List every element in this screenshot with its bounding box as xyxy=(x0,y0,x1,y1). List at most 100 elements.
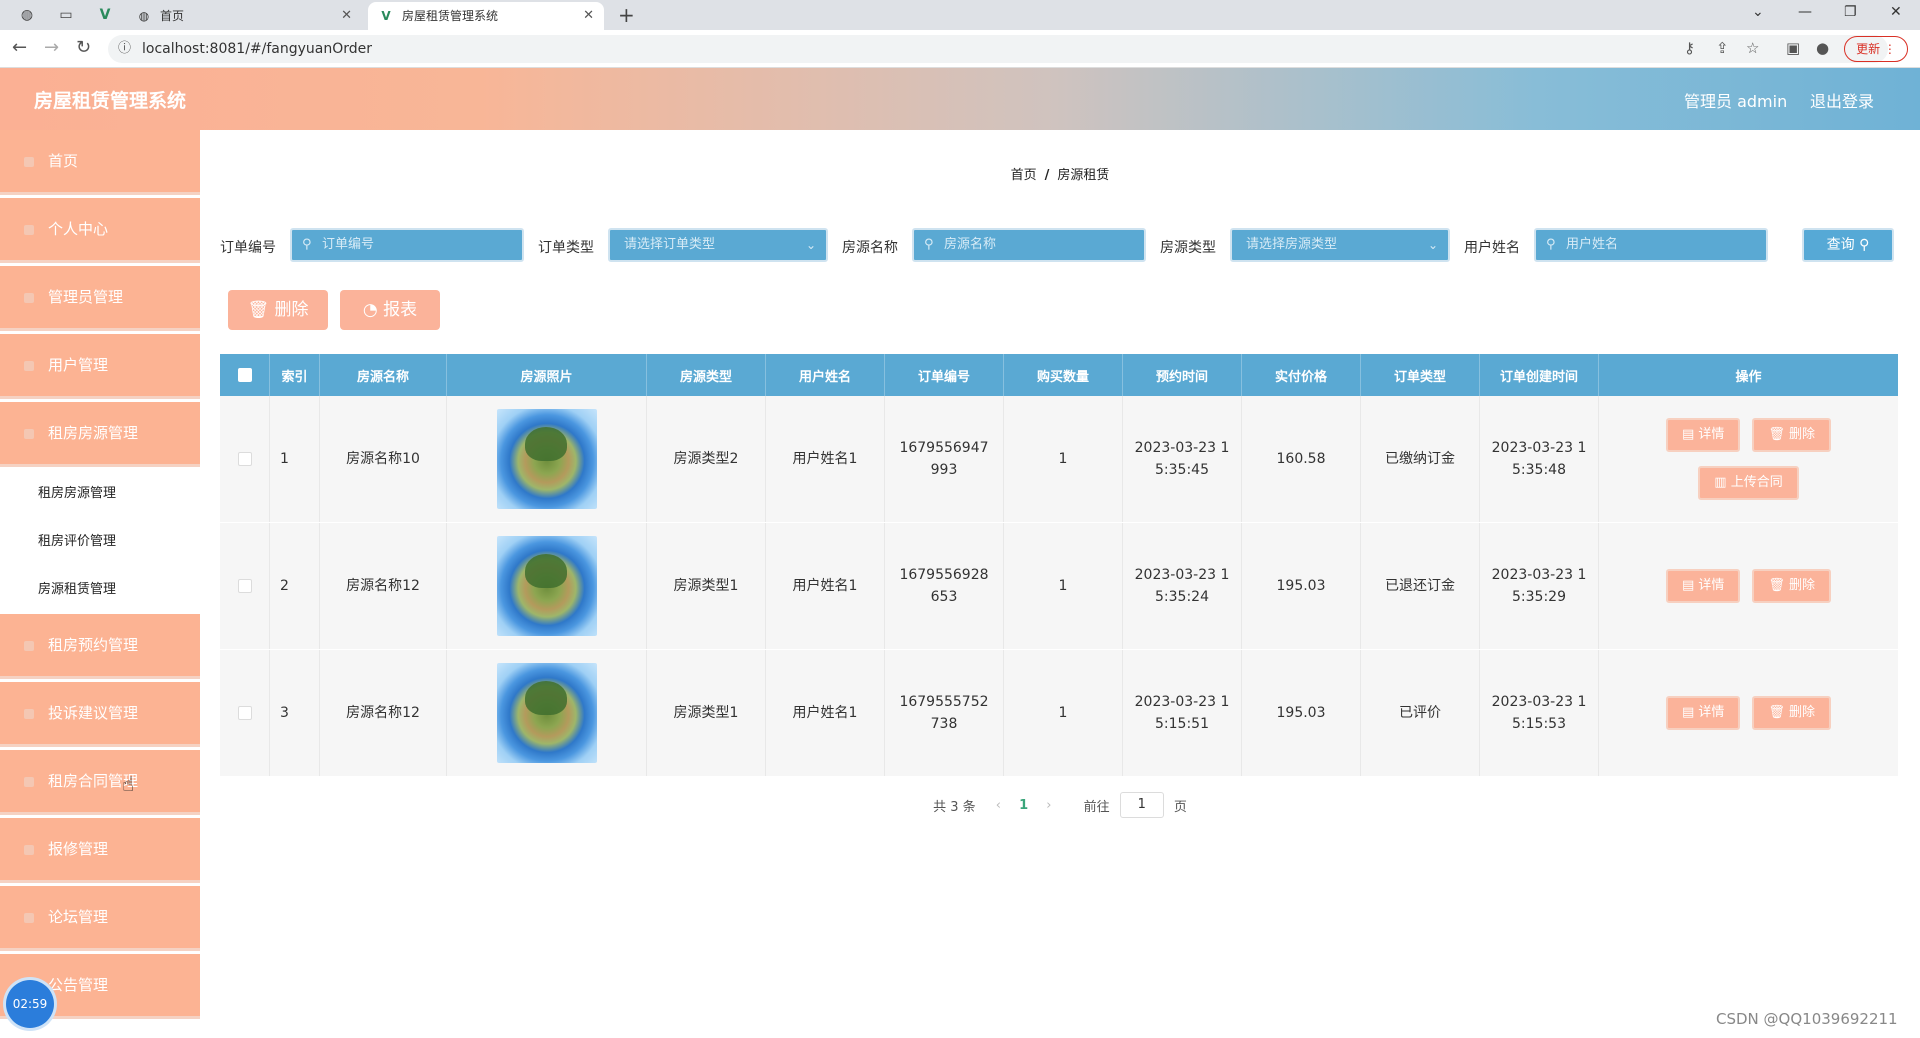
goto-page-input[interactable]: 1 xyxy=(1119,792,1164,818)
row-checkbox[interactable] xyxy=(220,650,270,776)
delete-button[interactable]: 🗑 删除 xyxy=(1752,569,1832,603)
detail-button[interactable]: ▤ 详情 xyxy=(1665,696,1741,730)
tab-house-system[interactable]: V 房屋租赁管理系统 ✕ xyxy=(368,2,604,30)
chevron-down-icon[interactable]: ⌄ xyxy=(1752,4,1764,20)
vue-tab-icon[interactable]: V xyxy=(94,4,116,26)
sidebar-subitem-reviews[interactable]: 租房评价管理 xyxy=(0,518,200,566)
col-header: 订单类型 xyxy=(1361,354,1480,396)
address-bar-row: ← → ↻ ⓘ localhost:8081/#/fangyuanOrder ⚷… xyxy=(0,30,1920,68)
sidebar-subitem-houses[interactable]: 租房房源管理 xyxy=(0,470,200,518)
cell-operations: ▤ 详情 🗑 删除 ▥ 上传合同 xyxy=(1599,396,1898,522)
trash-icon: 🗑 xyxy=(247,300,270,320)
main-content: 首页 / 房源租赁 订单编号 ⚲ 订单编号 订单类型 请选择订单类型 ⌄ 房源名称 ⚲ 房… xyxy=(200,130,1920,1038)
col-header: 订单编号 xyxy=(885,354,1004,396)
sidebar-item-complaints[interactable]: 投诉建议管理 xyxy=(0,682,200,744)
cell-house-type: 房源类型1 xyxy=(647,650,766,776)
menu-icon xyxy=(24,776,34,787)
cell-house-name: 房源名称10 xyxy=(320,396,447,522)
tab-home[interactable]: ◍ 首页 ✕ xyxy=(126,2,362,30)
close-icon[interactable]: ✕ xyxy=(341,2,352,30)
menu-icon xyxy=(24,708,34,719)
detail-button[interactable]: ▤ 详情 xyxy=(1665,569,1741,603)
logout-link[interactable]: 退出登录 xyxy=(1810,88,1874,112)
cell-order-type: 已评价 xyxy=(1361,650,1480,776)
menu-icon xyxy=(24,224,34,235)
book-icon: ▥ xyxy=(1714,475,1727,490)
prev-page-icon[interactable]: ‹ xyxy=(996,798,1001,813)
search-icon: ⚲ xyxy=(302,237,312,252)
sidebar-item-home[interactable]: 首页 xyxy=(0,130,200,192)
house-photo[interactable] xyxy=(496,409,597,509)
user-name-input[interactable]: ⚲ 用户姓名 xyxy=(1534,228,1768,262)
sidebar-item-forum[interactable]: 论坛管理 xyxy=(0,886,200,948)
search-icon: ⚲ xyxy=(924,237,934,252)
close-window-icon[interactable]: ✕ xyxy=(1890,4,1902,20)
report-button[interactable]: ◔ 报表 xyxy=(340,290,440,330)
cell-order-no: 1679555752738 xyxy=(885,650,1004,776)
app-header: 房屋租赁管理系统 管理员 admin 退出登录 xyxy=(0,68,1920,130)
update-button[interactable]: 更新 ⋮ xyxy=(1844,36,1908,62)
sidebar-item-users[interactable]: 用户管理 xyxy=(0,334,200,396)
trash-icon: 🗑 xyxy=(1768,427,1785,442)
row-checkbox[interactable] xyxy=(220,523,270,649)
reload-icon[interactable]: ↻ xyxy=(76,38,91,58)
sidebar-item-repairs[interactable]: 报修管理 xyxy=(0,818,200,880)
cell-index: 1 xyxy=(270,396,320,522)
sidepanel-icon[interactable]: ▣ xyxy=(1786,39,1800,57)
cell-price: 195.03 xyxy=(1242,523,1361,649)
select-all-checkbox[interactable] xyxy=(220,354,270,396)
minimize-icon[interactable]: — xyxy=(1798,4,1812,20)
cell-index: 3 xyxy=(270,650,320,776)
sidebar-item-bookings[interactable]: 租房预约管理 xyxy=(0,614,200,676)
share-icon[interactable]: ⇪ xyxy=(1716,39,1729,57)
house-name-label: 房源名称 xyxy=(842,240,898,256)
new-tab-icon[interactable]: + xyxy=(618,4,635,26)
back-icon[interactable]: ← xyxy=(12,38,27,58)
house-photo[interactable] xyxy=(496,536,597,636)
cell-qty: 1 xyxy=(1004,523,1123,649)
star-icon[interactable]: ☆ xyxy=(1746,39,1759,57)
blank-tab-icon[interactable]: ▭ xyxy=(55,4,77,26)
order-no-input[interactable]: ⚲ 订单编号 xyxy=(290,228,524,262)
cell-price: 195.03 xyxy=(1242,650,1361,776)
key-icon[interactable]: ⚷ xyxy=(1684,39,1695,57)
house-type-select[interactable]: 请选择房源类型 ⌄ xyxy=(1230,228,1450,262)
house-type-label: 房源类型 xyxy=(1160,240,1216,256)
profile-icon[interactable]: ● xyxy=(1816,39,1829,57)
batch-delete-button[interactable]: 🗑 删除 xyxy=(228,290,328,330)
restore-icon[interactable]: ❐ xyxy=(1844,4,1857,20)
house-photo[interactable] xyxy=(496,663,597,763)
url-field[interactable]: ⓘ localhost:8081/#/fangyuanOrder xyxy=(108,35,1888,63)
cell-order-type: 已退还订金 xyxy=(1361,523,1480,649)
order-type-select[interactable]: 请选择订单类型 ⌄ xyxy=(608,228,828,262)
info-icon[interactable]: ⓘ xyxy=(118,35,131,63)
table-row: 1 房源名称10 房源类型2 用户姓名1 1679556947993 1 202… xyxy=(220,396,1898,523)
sidebar-item-admins[interactable]: 管理员管理 xyxy=(0,266,200,328)
cell-operations: ▤ 详情 🗑 删除 xyxy=(1599,523,1898,649)
page-number-current[interactable]: 1 xyxy=(1019,798,1028,813)
delete-button[interactable]: 🗑 删除 xyxy=(1752,418,1832,452)
cell-photo xyxy=(447,396,647,522)
chevron-down-icon: ⌄ xyxy=(1427,238,1438,252)
sidebar-item-profile[interactable]: 个人中心 xyxy=(0,198,200,260)
cell-created: 2023-03-23 15:35:29 xyxy=(1480,523,1599,649)
cell-created: 2023-03-23 15:35:48 xyxy=(1480,396,1599,522)
detail-button[interactable]: ▤ 详情 xyxy=(1665,418,1741,452)
close-icon[interactable]: ✕ xyxy=(583,2,594,30)
sidebar-submenu: 租房房源管理 租房评价管理 房源租赁管理 xyxy=(0,470,200,614)
sidebar-subitem-rentals[interactable]: 房源租赁管理 xyxy=(0,566,200,614)
cell-book-time: 2023-03-23 15:35:24 xyxy=(1123,523,1242,649)
delete-button[interactable]: 🗑 删除 xyxy=(1752,696,1832,730)
next-page-icon[interactable]: › xyxy=(1046,798,1051,813)
row-checkbox[interactable] xyxy=(220,396,270,522)
forward-icon[interactable]: → xyxy=(44,38,59,58)
breadcrumb-home[interactable]: 首页 xyxy=(1011,168,1037,183)
col-header: 房源照片 xyxy=(447,354,647,396)
globe-icon[interactable]: ◍ xyxy=(16,4,38,26)
query-button[interactable]: 查询 ⚲ xyxy=(1802,228,1894,262)
chevron-down-icon: ⌄ xyxy=(805,238,816,252)
upload-contract-button[interactable]: ▥ 上传合同 xyxy=(1698,466,1799,500)
sidebar-item-houses[interactable]: 租房房源管理 xyxy=(0,402,200,464)
house-name-input[interactable]: ⚲ 房源名称 xyxy=(912,228,1146,262)
sidebar-item-contracts[interactable]: 租房合同管理 xyxy=(0,750,200,812)
